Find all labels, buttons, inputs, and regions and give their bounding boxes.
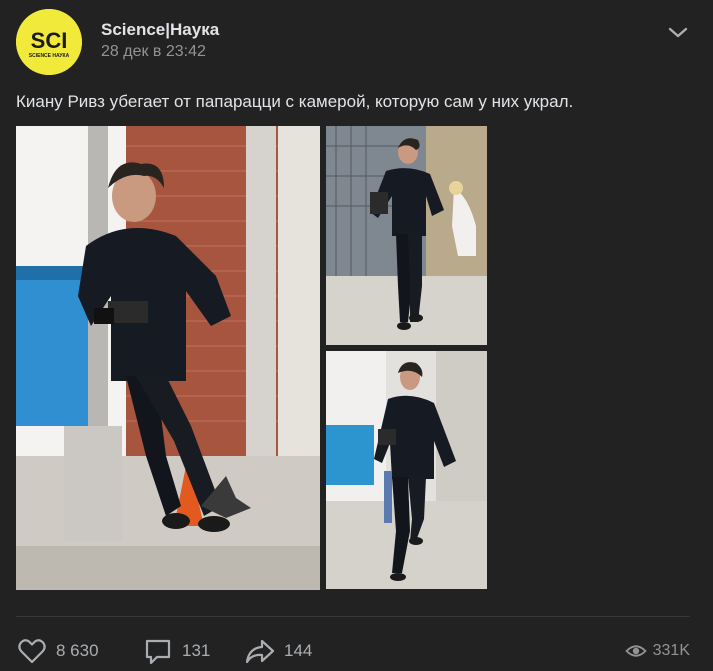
avatar-logo-subtext: SCIENCE НАУКА [29,53,70,59]
chevron-down-icon[interactable] [664,24,692,42]
views-counter: 331K [624,634,690,668]
share-count: 144 [284,641,313,660]
comment-count: 131 [182,641,211,660]
author-name[interactable]: Science|Наука [101,20,219,40]
footer-divider [16,616,690,617]
community-avatar[interactable]: SCI SCIENCE НАУКА [16,9,82,75]
eye-icon [624,645,647,657]
post-photo-1[interactable] [16,126,320,590]
avatar-logo-text: SCI [31,28,68,53]
post-photo-2[interactable] [326,126,487,345]
views-count: 331K [652,642,690,659]
post-text: Киану Ривз убегает от папарацци с камеро… [16,92,574,111]
comment-button[interactable]: 131 [142,634,210,668]
post-photo-3[interactable] [326,351,487,589]
share-icon [245,639,275,664]
post-date[interactable]: 28 дек в 23:42 [101,43,206,61]
like-button[interactable]: 8 630 [16,634,99,668]
sci-logo: SCI SCIENCE НАУКА [16,9,82,75]
heart-icon [18,639,46,664]
share-button[interactable]: 144 [244,634,312,668]
comment-icon [145,639,171,665]
like-count: 8 630 [56,641,99,660]
post-card: SCI SCIENCE НАУКА Science|Наука 28 дек в… [0,0,713,671]
